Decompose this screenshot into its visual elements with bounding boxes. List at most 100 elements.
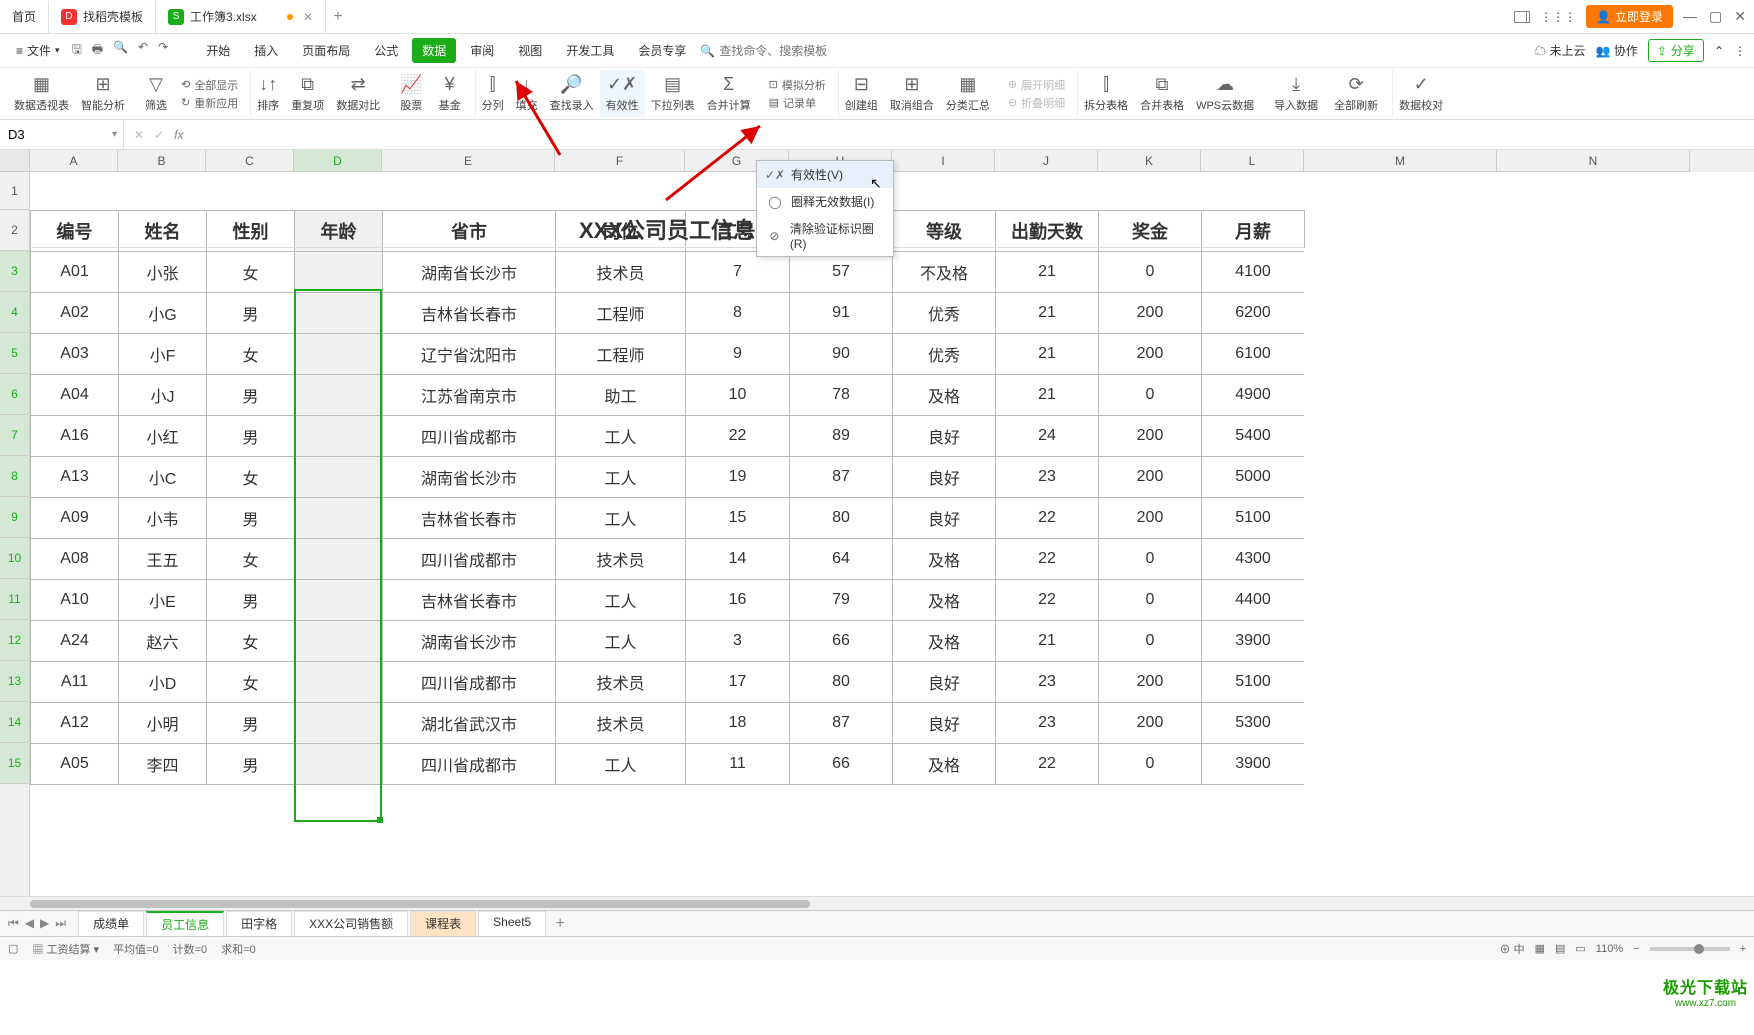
cell[interactable]: 0 [1099,539,1202,580]
dropdown-list-button[interactable]: ▤下拉列表 [645,70,701,117]
col-header-L[interactable]: L [1201,150,1304,172]
window-minimize-icon[interactable]: — [1683,8,1697,25]
row-header-14[interactable]: 14 [0,702,29,743]
cell[interactable]: A24 [31,621,119,662]
view-normal-icon[interactable]: ▦ [1535,942,1545,955]
row-header-1[interactable]: 1 [0,172,29,210]
fx-icon[interactable]: fx [174,128,183,142]
cell[interactable] [295,580,383,621]
cell[interactable]: 及格 [893,539,996,580]
cell[interactable]: 66 [790,621,893,662]
record-macro-icon[interactable]: ▢ [8,942,18,955]
cell[interactable]: 工程师 [556,334,686,375]
stock-button[interactable]: 📈股票 [394,73,428,115]
cell[interactable] [295,539,383,580]
consolidate-button[interactable]: Σ合并计算 [701,70,757,117]
row-header-6[interactable]: 6 [0,374,29,415]
cell[interactable]: 0 [1099,375,1202,416]
cell[interactable]: 女 [207,539,295,580]
cell[interactable]: 及格 [893,580,996,621]
cell[interactable]: 湖南省长沙市 [383,252,556,293]
cell[interactable] [295,375,383,416]
cell[interactable]: 23 [996,703,1099,744]
cell[interactable]: 0 [1099,744,1202,785]
col-header-K[interactable]: K [1098,150,1201,172]
name-box-input[interactable] [8,127,88,142]
cell[interactable]: 王五 [119,539,207,580]
cell[interactable]: 22 [996,744,1099,785]
accept-icon[interactable]: ✓ [154,128,164,142]
add-sheet-button[interactable]: + [548,915,572,933]
cell[interactable] [295,498,383,539]
cell[interactable]: 87 [790,457,893,498]
cell[interactable]: 8 [686,293,790,334]
row-header-4[interactable]: 4 [0,292,29,333]
cell[interactable]: 4100 [1202,252,1305,293]
cell[interactable]: 18 [686,703,790,744]
col-header-J[interactable]: J [995,150,1098,172]
import-data-button[interactable]: ⤓导入数据 [1268,73,1324,115]
cell[interactable] [295,744,383,785]
cell[interactable]: 不及格 [893,252,996,293]
cell[interactable]: 4400 [1202,580,1305,621]
menu-page-layout[interactable]: 页面布局 [292,38,360,63]
zoom-in-icon[interactable]: + [1740,943,1746,955]
cell[interactable]: 小C [119,457,207,498]
cell[interactable]: 湖南省长沙市 [383,457,556,498]
cell[interactable]: A05 [31,744,119,785]
undo-icon[interactable]: ↶ [138,40,148,61]
cell[interactable]: 良好 [893,416,996,457]
cell[interactable] [295,457,383,498]
cell[interactable]: 5000 [1202,457,1305,498]
dd-validity[interactable]: ✓✗ 有效性(V) [757,161,893,188]
sheet-tab[interactable]: 员工信息 [146,911,224,936]
chevron-down-icon[interactable]: ▾ [112,129,117,140]
merge-sheet-button[interactable]: ⧉合并表格 [1134,70,1190,117]
col-header-F[interactable]: F [555,150,685,172]
cell[interactable]: 4900 [1202,375,1305,416]
view-page-icon[interactable]: ▤ [1555,942,1565,955]
cell[interactable]: 工人 [556,457,686,498]
cell[interactable]: 6100 [1202,334,1305,375]
tab-template[interactable]: D 找稻壳模板 [49,1,156,33]
new-tab-button[interactable]: + [326,8,350,26]
close-tab-icon[interactable]: ✕ [303,10,313,24]
cell[interactable]: 吉林省长春市 [383,293,556,334]
menu-devtools[interactable]: 开发工具 [556,38,624,63]
cell[interactable]: 技术员 [556,252,686,293]
cell[interactable]: 良好 [893,498,996,539]
cell[interactable] [295,416,383,457]
apps-icon[interactable]: ⋮⋮⋮ [1540,10,1576,24]
coop-button[interactable]: 👥 协作 [1596,42,1638,59]
cell[interactable]: 21 [996,334,1099,375]
horizontal-scrollbar[interactable] [0,896,1754,910]
cell[interactable]: 78 [790,375,893,416]
refresh-all-button[interactable]: ⟳全部刷新 [1328,73,1384,115]
cell[interactable]: 四川省成都市 [383,539,556,580]
cell[interactable]: 女 [207,662,295,703]
pivot-table-button[interactable]: ▦数据透视表 [8,70,75,117]
cell[interactable]: 小D [119,662,207,703]
cell[interactable]: A12 [31,703,119,744]
cell[interactable]: A02 [31,293,119,334]
cell[interactable] [295,293,383,334]
sheet-tab[interactable]: Sheet5 [478,911,546,936]
find-entry-button[interactable]: 🔎查找录入 [544,70,600,117]
col-header-I[interactable]: I [892,150,995,172]
cell[interactable] [295,703,383,744]
select-all-corner[interactable] [0,150,30,172]
cell[interactable]: 90 [790,334,893,375]
cell[interactable]: 助工 [556,375,686,416]
cell[interactable]: 87 [790,703,893,744]
tab-workbook[interactable]: S 工作簿3.xlsx ✕ [156,1,326,33]
text-to-columns-button[interactable]: ⫿分列 [476,70,510,117]
cell[interactable]: 女 [207,252,295,293]
col-header-A[interactable]: A [30,150,118,172]
cancel-icon[interactable]: ✕ [134,128,144,142]
col-header-B[interactable]: B [118,150,206,172]
salary-calc-button[interactable]: ▦ 工资结算 ▾ [32,941,99,957]
preview-icon[interactable]: 🔍 [113,40,128,61]
print-icon[interactable]: 🖶 [92,40,103,61]
cell[interactable]: A11 [31,662,119,703]
login-button[interactable]: 👤 立即登录 [1586,5,1673,28]
